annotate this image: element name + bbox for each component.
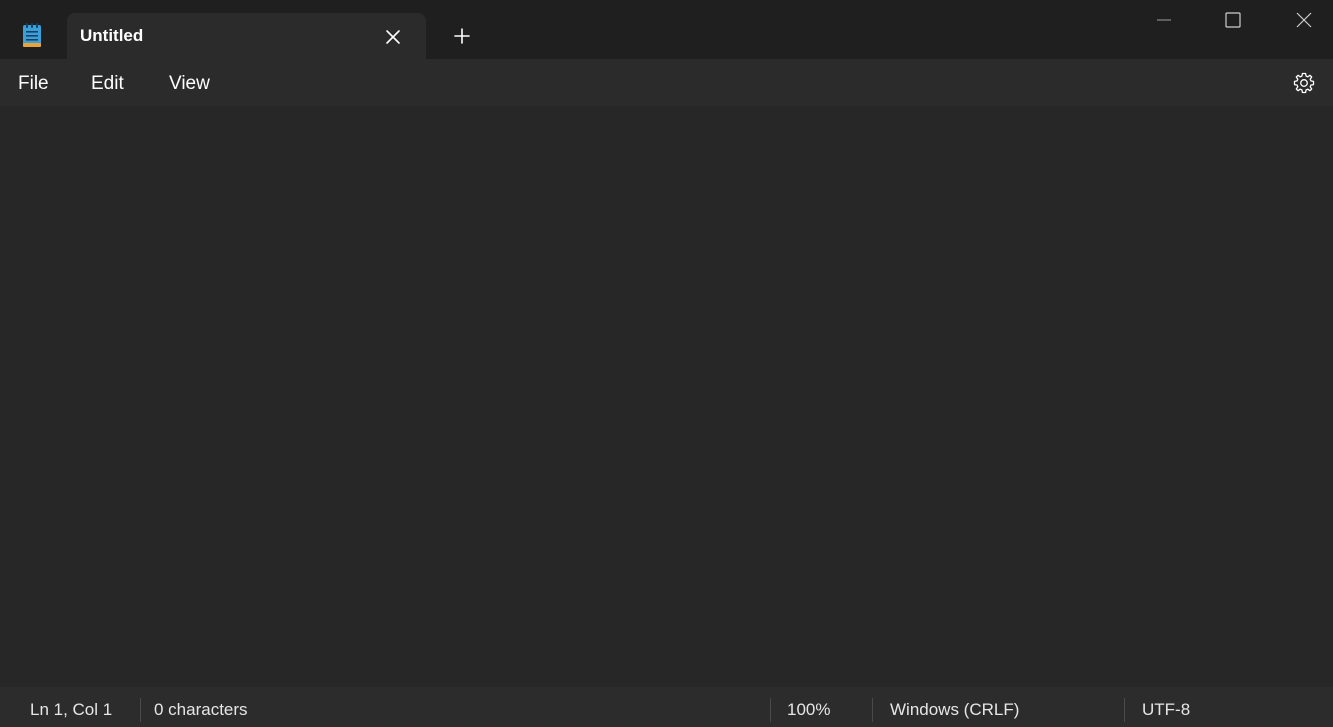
notepad-icon: [22, 22, 42, 48]
status-divider: [140, 698, 141, 722]
window-close-icon[interactable]: [1281, 6, 1327, 34]
minimize-icon[interactable]: [1141, 6, 1187, 34]
close-icon[interactable]: [381, 25, 405, 49]
tab-title: Untitled: [80, 26, 144, 45]
menu-file[interactable]: File: [18, 72, 49, 96]
text-editor-area[interactable]: [0, 106, 1333, 687]
gear-icon[interactable]: [1292, 71, 1316, 95]
cursor-position: Ln 1, Col 1: [30, 700, 113, 719]
menu-edit[interactable]: Edit: [91, 72, 124, 96]
tab-untitled[interactable]: Untitled: [67, 13, 426, 59]
encoding[interactable]: UTF-8: [1142, 700, 1190, 720]
status-divider: [1124, 698, 1125, 722]
status-divider: [770, 698, 771, 722]
plus-icon[interactable]: [448, 22, 476, 50]
menu-view[interactable]: View: [169, 72, 210, 96]
title-bar[interactable]: Untitled: [0, 0, 1333, 59]
status-bar: Ln 1, Col 1 0 characters 100% Windows (C…: [0, 687, 1333, 727]
status-divider: [872, 698, 873, 722]
line-ending[interactable]: Windows (CRLF): [890, 700, 1019, 720]
notepad-window: Untitled File Edit View Ln 1, Col 1 0 ch…: [0, 0, 1333, 727]
menu-bar: File Edit View: [0, 59, 1333, 106]
maximize-icon[interactable]: [1210, 6, 1256, 34]
zoom-level[interactable]: 100%: [787, 700, 830, 720]
character-count: 0 characters: [154, 700, 248, 719]
